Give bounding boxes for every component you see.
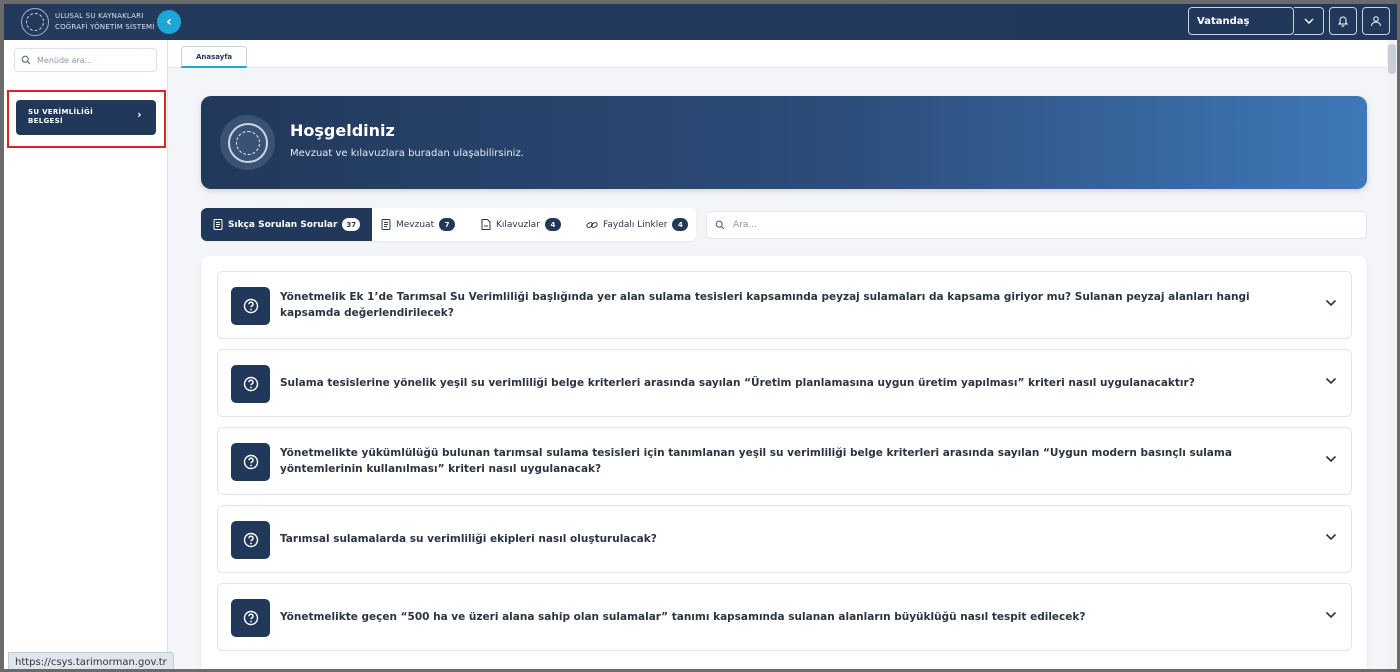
search-icon xyxy=(715,220,725,230)
search-icon xyxy=(21,55,31,65)
question-icon xyxy=(231,287,270,325)
faq-item[interactable]: Sulama tesislerine yönelik yeşil su veri… xyxy=(217,349,1352,417)
tab-mevzuat-count: 7 xyxy=(439,218,456,231)
tab-faydali-linkler-count: 4 xyxy=(672,218,689,231)
role-select-toggle[interactable] xyxy=(1294,7,1324,35)
document-icon xyxy=(381,219,391,230)
tab-kilavuzlar[interactable]: Kılavuzlar 4 xyxy=(481,208,561,241)
menu-search-input[interactable]: Menüde ara... xyxy=(14,48,157,72)
banner-subtitle: Mevzuat ve kılavuzlara buradan ulaşabili… xyxy=(290,148,524,159)
menu-search-placeholder: Menüde ara... xyxy=(37,55,93,65)
user-menu-button[interactable] xyxy=(1362,7,1390,35)
question-icon xyxy=(231,365,270,403)
sidebar-item-label-line-1: SU VERİMLİLİĞİ xyxy=(28,108,94,116)
faq-item[interactable]: Yönetmelik Ek 1’de Tarımsal Su Verimlili… xyxy=(217,271,1352,339)
sidebar-item-su-verimliligi-belgesi[interactable]: SU VERİMLİLİĞİ BELGESİ › xyxy=(16,100,156,135)
bell-icon xyxy=(1337,16,1349,27)
tab-mevzuat-label: Mevzuat xyxy=(396,219,435,230)
brand-text: ULUSAL SU KAYNAKLARI COĞRAFİ YÖNETİM SİS… xyxy=(55,11,155,33)
question-icon xyxy=(231,599,270,637)
chevron-down-icon xyxy=(1325,377,1337,385)
file-pdf-icon xyxy=(481,219,491,230)
notifications-button[interactable] xyxy=(1329,7,1357,35)
welcome-banner: Hoşgeldiniz Mevzuat ve kılavuzlara burad… xyxy=(201,96,1367,189)
tab-anasayfa[interactable]: Anasayfa xyxy=(181,46,248,68)
question-icon xyxy=(231,521,270,559)
sidebar: Menüde ara... SU VERİMLİLİĞİ BELGESİ › xyxy=(4,40,168,669)
document-list-icon xyxy=(213,219,223,230)
ministry-logo xyxy=(21,8,49,36)
faq-question: Yönetmelikte yükümlülüğü bulunan tarımsa… xyxy=(280,447,1232,475)
faq-item[interactable]: Yönetmelikte geçen “500 ha ve üzeri alan… xyxy=(217,583,1352,651)
page-tab-strip: Anasayfa xyxy=(168,40,1397,68)
banner-title: Hoşgeldiniz xyxy=(290,121,395,140)
sidebar-collapse-button[interactable]: ‹ xyxy=(157,10,181,34)
chevron-down-icon xyxy=(1325,455,1337,463)
role-select[interactable]: Vatandaş xyxy=(1188,7,1294,35)
faq-item[interactable]: Yönetmelikte yükümlülüğü bulunan tarımsa… xyxy=(217,427,1352,495)
content-filter-tabs: Sıkça Sorulan Sorular 37 Mevzuat 7 Kılav… xyxy=(201,208,696,241)
app-window: ULUSAL SU KAYNAKLARI COĞRAFİ YÖNETİM SİS… xyxy=(0,0,1400,672)
tab-mevzuat[interactable]: Mevzuat 7 xyxy=(381,208,456,241)
faq-question: Tarımsal sulamalarda su verimliliği ekip… xyxy=(280,533,657,545)
top-header: ULUSAL SU KAYNAKLARI COĞRAFİ YÖNETİM SİS… xyxy=(4,4,1397,40)
faq-question: Yönetmelikte geçen “500 ha ve üzeri alan… xyxy=(280,611,1086,623)
brand-line-2: COĞRAFİ YÖNETİM SİSTEMİ xyxy=(55,23,155,31)
chevron-down-icon xyxy=(1325,611,1337,619)
tab-faydali-linkler[interactable]: Faydalı Linkler 4 xyxy=(586,208,689,241)
banner-logo xyxy=(220,115,275,170)
chevron-down-icon xyxy=(1325,533,1337,541)
status-bar-url: https://csys.tarimorman.gov.tr xyxy=(8,652,174,669)
chevron-left-icon: ‹ xyxy=(166,14,172,30)
faq-item[interactable]: Tarımsal sulamalarda su verimliliği ekip… xyxy=(217,505,1352,573)
chevron-down-icon xyxy=(1304,18,1313,24)
content-search-placeholder: Ara... xyxy=(733,220,757,230)
brand-line-1: ULUSAL SU KAYNAKLARI xyxy=(55,12,144,20)
faq-question: Yönetmelik Ek 1’de Tarımsal Su Verimlili… xyxy=(280,291,1250,319)
faq-question: Sulama tesislerine yönelik yeşil su veri… xyxy=(280,377,1195,389)
tab-faydali-linkler-label: Faydalı Linkler xyxy=(603,219,668,230)
link-icon xyxy=(586,221,598,228)
scrollbar-track[interactable] xyxy=(1387,40,1397,669)
tab-sss-count: 37 xyxy=(342,218,361,231)
tab-sss[interactable]: Sıkça Sorulan Sorular 37 xyxy=(201,208,373,241)
question-icon xyxy=(231,443,270,481)
user-icon xyxy=(1371,16,1381,27)
tab-sss-label: Sıkça Sorulan Sorular xyxy=(228,219,338,230)
chevron-right-icon: › xyxy=(137,108,142,121)
chevron-down-icon xyxy=(1325,299,1337,307)
scrollbar-thumb[interactable] xyxy=(1388,44,1396,74)
tab-kilavuzlar-count: 4 xyxy=(544,218,561,231)
tab-kilavuzlar-label: Kılavuzlar xyxy=(496,219,540,230)
sidebar-item-label-line-2: BELGESİ xyxy=(28,117,63,125)
content-search-input[interactable]: Ara... xyxy=(706,211,1367,239)
